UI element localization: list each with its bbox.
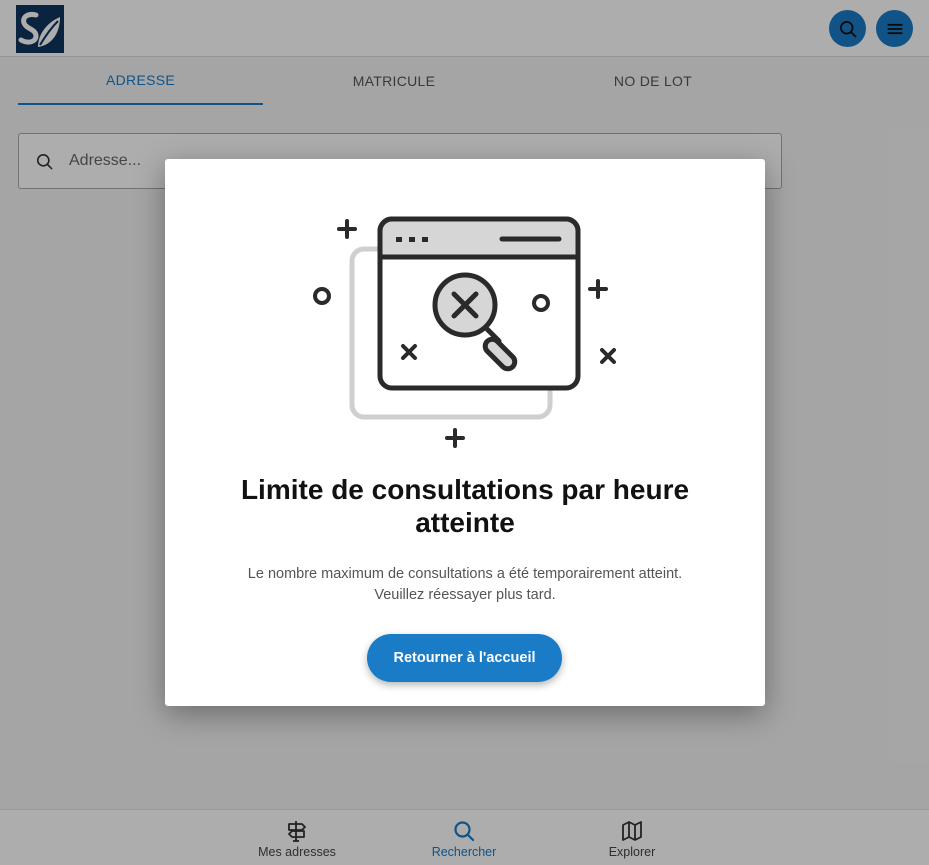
dialog-message: Le nombre maximum de consultations a été… xyxy=(195,564,735,606)
browser-search-error-icon xyxy=(313,216,616,448)
rate-limit-dialog: Limite de consultations par heure attein… xyxy=(165,159,765,706)
dialog-message-line: Veuillez réessayer plus tard. xyxy=(374,587,556,603)
dialog-message-line: Le nombre maximum de consultations a été… xyxy=(247,566,683,582)
return-home-button[interactable]: Retourner à l'accueil xyxy=(367,634,562,682)
dialog-title: Limite de consultations par heure attein… xyxy=(240,474,690,538)
